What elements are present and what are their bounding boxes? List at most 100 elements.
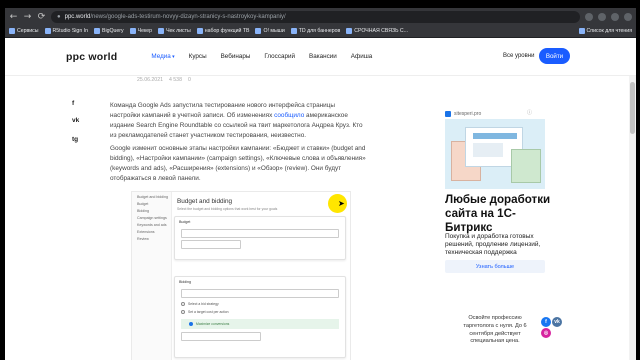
ad-info-icon[interactable]: ⓘ xyxy=(527,109,532,116)
radio-icon xyxy=(181,302,185,306)
screenshot-side-item: Budget and bidding xyxy=(137,195,168,199)
site-logo[interactable]: ppc world xyxy=(66,51,117,63)
bookmark-favicon-icon xyxy=(196,28,203,34)
page-scrollbar[interactable] xyxy=(629,76,636,360)
screenshot-side-item: Budget xyxy=(137,202,149,206)
reading-list[interactable]: Список для чтения xyxy=(578,28,632,34)
bookmark-favicon-icon xyxy=(158,28,165,34)
screenshot-side-item: Bidding xyxy=(137,209,149,213)
menu-item-glossary[interactable]: Глоссарий xyxy=(264,53,295,60)
url-host: ppc.world xyxy=(64,13,91,20)
vk-icon[interactable]: vk xyxy=(72,117,79,124)
main-menu: Медиа Курсы Вебинары Глоссарий Вакансии … xyxy=(151,53,372,60)
ad-image-panel xyxy=(473,143,503,157)
screenshot-side-item: Review xyxy=(137,237,149,241)
article-comments: 0 xyxy=(187,77,191,83)
bookmark-item[interactable]: Сервисы xyxy=(9,28,39,34)
login-button[interactable]: Войти xyxy=(539,48,570,64)
bookmark-item[interactable]: Чекер xyxy=(129,28,152,34)
radio-checked-icon xyxy=(189,322,193,326)
facebook-icon[interactable]: f xyxy=(541,317,551,327)
menu-item-vacancies[interactable]: Вакансии xyxy=(309,53,337,60)
bookmark-favicon-icon xyxy=(44,28,51,34)
article-paragraph-2: Google изменит основные этапы настройки … xyxy=(110,145,366,182)
menu-item-courses[interactable]: Курсы xyxy=(189,53,207,60)
screenshot-side-item: Keywords and ads xyxy=(137,223,167,227)
instagram-icon[interactable]: ◎ xyxy=(541,328,551,338)
source-link[interactable]: сообщило xyxy=(274,112,304,119)
address-row: ← → ⟳ ● ppc.world /news/google-ads-testi… xyxy=(5,8,636,25)
budget-label: Budget xyxy=(179,220,191,224)
bookmark-item[interactable]: Чек листы xyxy=(158,28,191,34)
article-meta: 25.06.2021 4 538 0 xyxy=(137,77,191,83)
bookmark-favicon-icon xyxy=(255,28,262,34)
screenshot-bidding-card: Bidding Select a bid strategy Set a targ… xyxy=(174,276,346,358)
menu-item-events[interactable]: Афиша xyxy=(351,53,373,60)
bookmark-favicon-icon xyxy=(346,28,353,34)
ad-learn-more-button[interactable]: Узнать больше xyxy=(445,260,545,273)
bookmark-favicon-icon xyxy=(93,28,100,34)
letterbox-right xyxy=(636,0,640,360)
menu-item-media[interactable]: Медиа xyxy=(151,53,174,60)
budget-amount-input xyxy=(181,240,241,249)
vk-icon[interactable]: vk xyxy=(552,317,562,327)
mouse-cursor-icon: ➤ xyxy=(338,199,345,208)
bookmark-item[interactable]: О! мыши xyxy=(255,28,285,34)
ad-image-panel xyxy=(511,149,541,183)
ad-image-panel xyxy=(473,133,517,139)
reading-list-icon xyxy=(578,28,585,34)
promo-text[interactable]: Освойте профессию таргетолога с нуля. До… xyxy=(455,315,535,346)
back-icon[interactable]: ← xyxy=(9,12,18,22)
screenshot-side-item: Campaign settings xyxy=(137,216,167,220)
screenshot-side-item: Extensions xyxy=(137,230,155,234)
reload-icon[interactable]: ⟳ xyxy=(37,12,46,22)
article-screenshot: Budget and bidding Budget Bidding Campai… xyxy=(131,191,351,360)
browser-window: ← → ⟳ ● ppc.world /news/google-ads-testi… xyxy=(5,8,636,360)
ad-description: Покупка и доработка готовых решений, про… xyxy=(445,233,541,257)
extension-icon[interactable] xyxy=(585,12,593,21)
apps-icon xyxy=(9,28,15,34)
promo-social-icons: f vk ◎ xyxy=(541,317,563,338)
telegram-icon[interactable]: tg xyxy=(72,136,78,143)
budget-input xyxy=(181,229,339,238)
levels-dropdown[interactable]: Все уровни xyxy=(503,53,534,59)
bid-strategy-select xyxy=(181,289,339,298)
url-bar[interactable]: ● ppc.world /news/google-ads-testirum-no… xyxy=(51,10,580,23)
bidding-label: Bidding xyxy=(179,280,191,284)
scrollbar-thumb[interactable] xyxy=(630,82,635,134)
profile-avatar-icon[interactable] xyxy=(611,12,619,21)
screenshot-budget-card: Budget xyxy=(174,216,346,260)
screenshot-subtitle: Select the budget and bidding options th… xyxy=(177,207,278,211)
bookmark-item[interactable]: СРОЧНАЯ СВЯЗЬ С... xyxy=(346,28,408,34)
puzzle-icon[interactable] xyxy=(598,12,606,21)
screenshot-option: Set a target cost per action xyxy=(175,308,345,316)
bookmark-item[interactable]: R5tudio Sign In xyxy=(44,28,88,34)
toolbar-icons xyxy=(585,12,632,21)
site-header: ppc world Медиа Курсы Вебинары Глоссарий… xyxy=(5,38,636,76)
lock-icon: ● xyxy=(57,13,61,20)
article-date: 25.06.2021 xyxy=(137,77,163,83)
article-views: 4 538 xyxy=(168,77,182,83)
screenshot-title: Budget and bidding xyxy=(177,198,233,205)
bookmark-favicon-icon xyxy=(129,28,136,34)
ad-source[interactable]: sitesperi.pro xyxy=(445,111,481,117)
ad-title[interactable]: Любые доработки сайта на 1С-Битрикс xyxy=(445,193,555,234)
screenshot-option: Select a bid strategy xyxy=(175,300,345,308)
bookmark-item[interactable]: BigQuery xyxy=(93,28,124,34)
bookmark-item[interactable]: набор функций TB xyxy=(196,28,249,34)
screenshot-highlight-band: Maximize conversions xyxy=(181,319,339,329)
article-paragraph-1: Команда Google Ads запустила тестировани… xyxy=(110,102,363,139)
bookmark-item[interactable]: TD для баннеров xyxy=(290,28,340,34)
screenshot-sidebar: Budget and bidding Budget Bidding Campai… xyxy=(132,192,172,360)
bookmarks-bar: Сервисы R5tudio Sign In BigQuery Чекер Ч… xyxy=(5,25,636,38)
url-path: /news/google-ads-testirum-novyy-dizayn-s… xyxy=(90,13,286,20)
ad-source-icon xyxy=(445,111,451,117)
menu-dots-icon[interactable] xyxy=(624,12,632,21)
ad-image[interactable] xyxy=(445,119,545,189)
facebook-icon[interactable]: f xyxy=(72,100,74,107)
forward-icon[interactable]: → xyxy=(23,12,32,22)
menu-item-webinars[interactable]: Вебинары xyxy=(221,53,251,60)
target-cpa-input xyxy=(181,332,261,341)
bookmark-favicon-icon xyxy=(290,28,297,34)
radio-icon xyxy=(181,310,185,314)
